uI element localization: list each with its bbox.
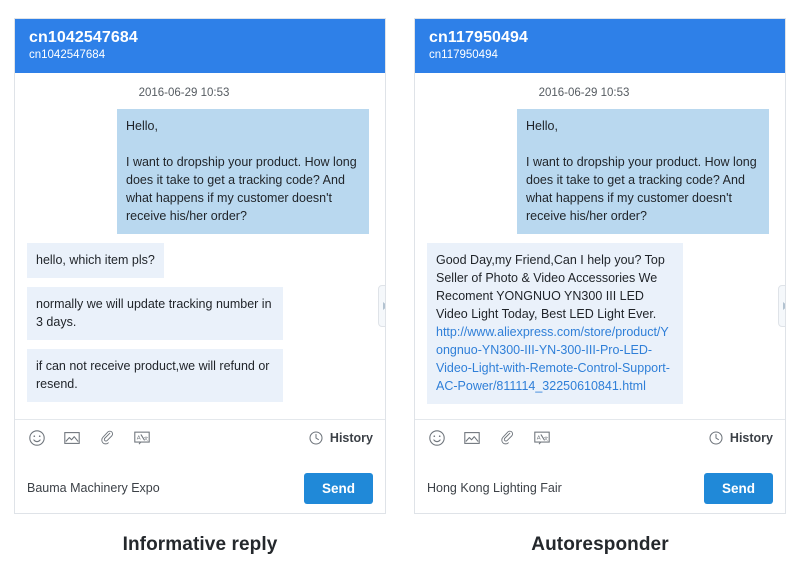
- contact-name: cn117950494: [429, 29, 528, 46]
- clock-icon: [707, 428, 726, 447]
- chevron-right-icon: [383, 302, 385, 310]
- panel-caption: Autoresponder: [531, 534, 669, 555]
- compose-input[interactable]: Bauma Machinery Expo: [27, 480, 160, 497]
- clock-icon: [307, 428, 326, 447]
- image-icon[interactable]: [462, 428, 481, 447]
- message-row: Good Day,my Friend,Can I help you? Top S…: [427, 243, 773, 404]
- message-row: Hello, I want to dropship your product. …: [27, 109, 373, 234]
- message-bubble-outgoing: normally we will update tracking number …: [27, 287, 283, 340]
- chat-window: cn117950494 cn117950494 2016-06-29 10:53…: [414, 18, 786, 514]
- product-link[interactable]: http://www.aliexpress.com/store/product/…: [436, 325, 670, 393]
- compose-area[interactable]: Bauma Machinery Expo Send: [15, 455, 385, 513]
- compose-area[interactable]: Hong Kong Lighting Fair Send: [415, 455, 785, 513]
- attachment-icon[interactable]: [497, 428, 516, 447]
- autoresponder-text: Good Day,my Friend,Can I help you? Top S…: [436, 253, 669, 321]
- chat-header: cn1042547684 cn1042547684: [15, 19, 385, 73]
- message-list[interactable]: 2016-06-29 10:53 Hello, I want to dropsh…: [415, 73, 785, 419]
- chat-window: cn1042547684 cn1042547684 2016-06-29 10:…: [14, 18, 386, 514]
- history-button[interactable]: History: [707, 428, 773, 447]
- translate-icon[interactable]: A 文: [532, 428, 551, 447]
- emoji-icon[interactable]: [427, 428, 446, 447]
- svg-text:文: 文: [543, 434, 548, 441]
- panel-caption: Informative reply: [122, 534, 278, 555]
- panel-informative-reply: cn1042547684 cn1042547684 2016-06-29 10:…: [14, 18, 386, 556]
- chat-header: cn117950494 cn117950494: [415, 19, 785, 73]
- send-button[interactable]: Send: [703, 473, 773, 504]
- message-timestamp: 2016-06-29 10:53: [138, 87, 230, 99]
- panels-row: cn1042547684 cn1042547684 2016-06-29 10:…: [0, 0, 800, 556]
- emoji-icon[interactable]: [27, 428, 46, 447]
- message-bubble-incoming: Hello, I want to dropship your product. …: [117, 109, 369, 234]
- panel-collapse-handle[interactable]: [378, 285, 385, 327]
- message-timestamp: 2016-06-29 10:53: [538, 87, 630, 99]
- message-bubble-incoming: Hello, I want to dropship your product. …: [517, 109, 769, 234]
- history-label: History: [329, 430, 373, 445]
- history-button[interactable]: History: [307, 428, 373, 447]
- message-list[interactable]: 2016-06-29 10:53 Hello, I want to dropsh…: [15, 73, 385, 419]
- compose-input[interactable]: Hong Kong Lighting Fair: [427, 480, 562, 497]
- history-label: History: [729, 430, 773, 445]
- message-row: if can not receive product,we will refun…: [27, 349, 373, 402]
- compose-toolbar: A 文 History: [15, 419, 385, 455]
- panel-collapse-handle[interactable]: [778, 285, 785, 327]
- svg-text:A: A: [136, 435, 140, 441]
- message-bubble-outgoing: if can not receive product,we will refun…: [27, 349, 283, 402]
- contact-id: cn117950494: [429, 49, 498, 61]
- translate-icon[interactable]: A 文: [132, 428, 151, 447]
- message-bubble-outgoing: hello, which item pls?: [27, 243, 164, 278]
- image-icon[interactable]: [62, 428, 81, 447]
- message-row: Hello, I want to dropship your product. …: [427, 109, 773, 234]
- contact-id: cn1042547684: [29, 49, 106, 61]
- panel-autoresponder: cn117950494 cn117950494 2016-06-29 10:53…: [414, 18, 786, 556]
- attachment-icon[interactable]: [97, 428, 116, 447]
- svg-text:A: A: [536, 435, 540, 441]
- chevron-right-icon: [783, 302, 785, 310]
- comparison-figure: cn1042547684 cn1042547684 2016-06-29 10:…: [0, 0, 800, 587]
- message-row: hello, which item pls?: [27, 243, 373, 278]
- message-bubble-outgoing: Good Day,my Friend,Can I help you? Top S…: [427, 243, 683, 404]
- svg-text:文: 文: [143, 434, 148, 441]
- compose-toolbar: A 文 History: [415, 419, 785, 455]
- message-row: normally we will update tracking number …: [27, 287, 373, 340]
- contact-name: cn1042547684: [29, 29, 138, 46]
- send-button[interactable]: Send: [303, 473, 373, 504]
